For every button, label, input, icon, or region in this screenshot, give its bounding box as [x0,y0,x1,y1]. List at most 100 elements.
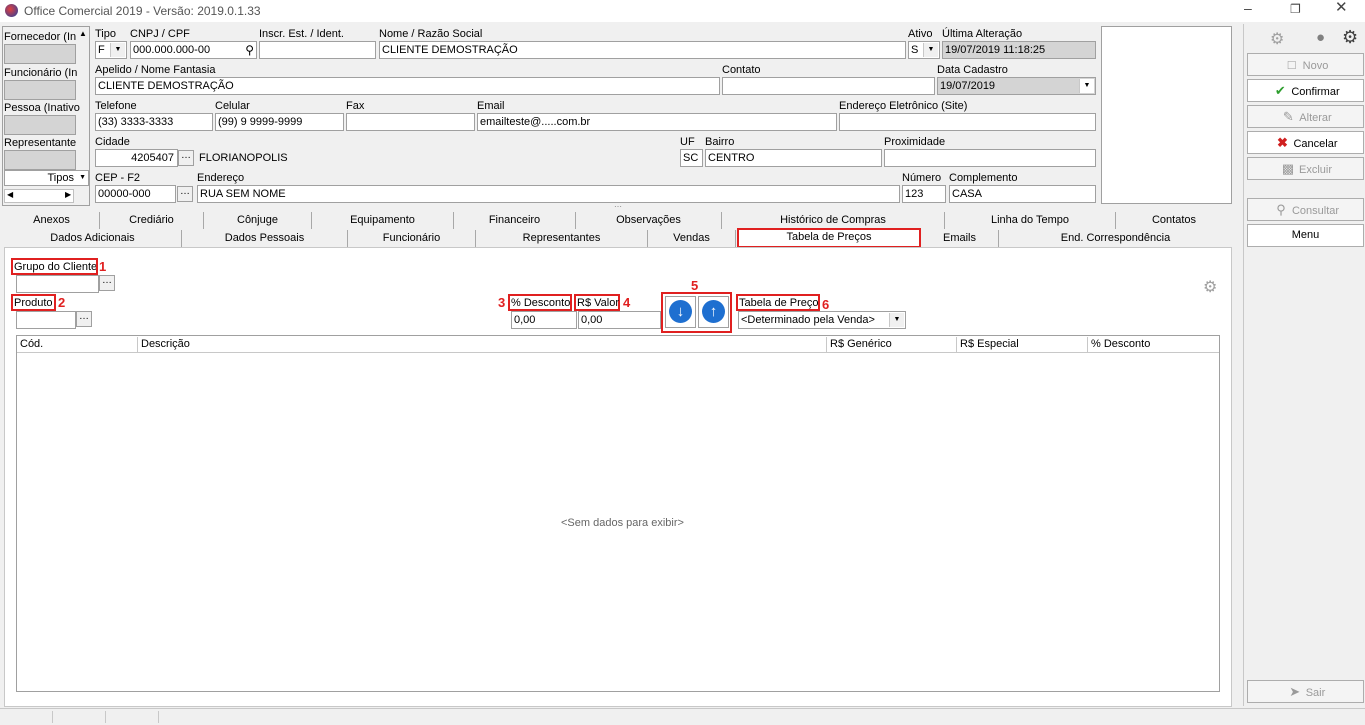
left-item-label[interactable]: Representante [4,137,76,149]
annotation-number-2: 2 [58,295,66,310]
site-label: Endereço Eletrônico (Site) [839,100,968,112]
celular-input[interactable]: (99) 9 9999-9999 [215,113,344,131]
column-header-descricao[interactable]: Descrição [138,337,827,352]
uf-label: UF [680,136,695,148]
site-input[interactable] [839,113,1096,131]
tab-tabela-precos[interactable]: Tabela de Preços [737,228,921,248]
produto-input[interactable] [16,311,76,329]
column-header-especial[interactable]: R$ Especial [957,337,1088,352]
scroll-left-icon[interactable]: ◀ [7,190,13,199]
numero-label: Número [902,172,942,184]
desconto-input[interactable]: 0,00 [511,311,577,329]
tab-emails[interactable]: Emails [921,230,999,247]
cep-lookup-button[interactable]: … [177,186,193,202]
confirmar-button[interactable]: ✔ Confirmar [1247,79,1364,102]
excluir-button[interactable]: ▩ Excluir [1247,157,1364,180]
alterar-button[interactable]: ✎ Alterar [1247,105,1364,128]
document-icon: □ [1287,57,1296,72]
price-grid[interactable] [16,335,1220,692]
grupo-cliente-lookup-button[interactable]: … [99,275,115,291]
endereco-input[interactable]: RUA SEM NOME [197,185,900,203]
left-item-label[interactable]: Pessoa (Inativo [4,102,80,114]
email-input[interactable]: emailteste@.....com.br [477,113,837,131]
grupo-cliente-input[interactable] [16,275,99,293]
move-up-button[interactable]: ↑ [698,296,729,328]
tab-crediario[interactable]: Crediário [100,212,204,229]
novo-button[interactable]: □ Novo [1247,53,1364,76]
cep-input[interactable]: 00000-000 [95,185,176,203]
consultar-button[interactable]: ⚲ Consultar [1247,198,1364,221]
close-icon[interactable]: ✕ [1335,0,1348,15]
scroll-right-icon[interactable]: ▶ [65,190,71,199]
complemento-input[interactable]: CASA [949,185,1096,203]
trash-icon: ▩ [1281,161,1295,176]
scroll-up-icon[interactable]: ▲ [77,29,89,41]
status-panel [55,711,106,723]
nome-input[interactable]: CLIENTE DEMOSTRAÇÃO [379,41,906,59]
excluir-label: Excluir [1298,164,1332,176]
produto-lookup-button[interactable]: … [76,311,92,327]
restore-icon[interactable]: ❐ [1290,3,1301,15]
column-header-desconto[interactable]: % Desconto [1088,337,1219,352]
cidade-code-input[interactable]: 4205407 [95,149,178,167]
sair-button[interactable]: ➤ Sair [1247,680,1364,703]
annotation-number-4: 4 [623,295,631,310]
chevron-down-icon[interactable]: ▼ [1079,79,1094,93]
search-icon[interactable]: ⚲ [245,42,254,58]
tab-end-correspondencia[interactable]: End. Correspondência [999,230,1232,247]
inscr-input[interactable] [259,41,376,59]
tipos-button[interactable]: Tipos ▼ [4,170,89,186]
tab-observacoes[interactable]: Observações [576,212,722,229]
left-item-label[interactable]: Funcionário (In [4,67,77,79]
telefone-label: Telefone [95,100,137,112]
left-item-label[interactable]: Fornecedor (In [4,31,76,43]
fax-input[interactable] [346,113,475,131]
data-cadastro-field[interactable]: 19/07/2019 ▼ [937,77,1096,95]
horizontal-scrollbar[interactable]: ◀ ▶ [4,189,74,203]
gear-icon[interactable]: ⚙ [1203,277,1217,297]
annotation-number-6: 6 [822,297,830,312]
cnpj-label: CNPJ / CPF [130,28,190,40]
tab-contatos[interactable]: Contatos [1116,212,1232,229]
tab-conjuge[interactable]: Cônjuge [204,212,312,229]
annotation-number-1: 1 [99,259,107,274]
minimize-icon[interactable]: – [1244,1,1252,15]
settings-icon[interactable]: ⚙ [1270,29,1284,49]
contato-input[interactable] [722,77,935,95]
consultar-label: Consultar [1291,205,1340,217]
tab-dados-adicionais[interactable]: Dados Adicionais [4,230,182,247]
left-item-box [4,115,76,135]
arrow-up-icon: ↑ [702,300,725,323]
tabela-preco-select[interactable]: <Determinado pela Venda> ▼ [738,311,906,329]
apelido-input[interactable]: CLIENTE DEMOSTRAÇÃO [95,77,720,95]
column-header-cod[interactable]: Cód. [17,337,138,352]
tab-anexos[interactable]: Anexos [4,212,100,229]
ativo-select[interactable]: S ▼ [908,41,940,59]
valor-input[interactable]: 0,00 [578,311,661,329]
tab-representantes[interactable]: Representantes [476,230,648,247]
tab-linha-tempo[interactable]: Linha do Tempo [945,212,1116,229]
uf-input[interactable]: SC [680,149,703,167]
bairro-input[interactable]: CENTRO [705,149,882,167]
numero-input[interactable]: 123 [902,185,946,203]
telefone-input[interactable]: (33) 3333-3333 [95,113,213,131]
cnpj-input[interactable]: 000.000.000-00 ⚲ [130,41,257,59]
proximidade-input[interactable] [884,149,1096,167]
tab-dados-pessoais[interactable]: Dados Pessoais [182,230,348,247]
tab-equipamento[interactable]: Equipamento [312,212,454,229]
photo-box[interactable] [1101,26,1232,204]
gear-icon[interactable]: ⚙ [1342,27,1358,48]
grid-header-divider [17,352,1219,353]
tab-vendas[interactable]: Vendas [648,230,736,247]
tipo-select[interactable]: F ▼ [95,41,127,59]
move-down-button[interactable]: ↓ [665,296,696,328]
cidade-lookup-button[interactable]: … [178,150,194,166]
tab-financeiro[interactable]: Financeiro [454,212,576,229]
tab-funcionario[interactable]: Funcionário [348,230,476,247]
tab-historico-compras[interactable]: Histórico de Compras [722,212,945,229]
chat-icon[interactable]: ● [1316,29,1325,46]
menu-button[interactable]: Menu [1247,224,1364,247]
tipos-list[interactable]: ▲ Fornecedor (In Funcionário (In Pessoa … [2,26,90,206]
column-header-generico[interactable]: R$ Genérico [827,337,957,352]
cancelar-button[interactable]: ✖ Cancelar [1247,131,1364,154]
